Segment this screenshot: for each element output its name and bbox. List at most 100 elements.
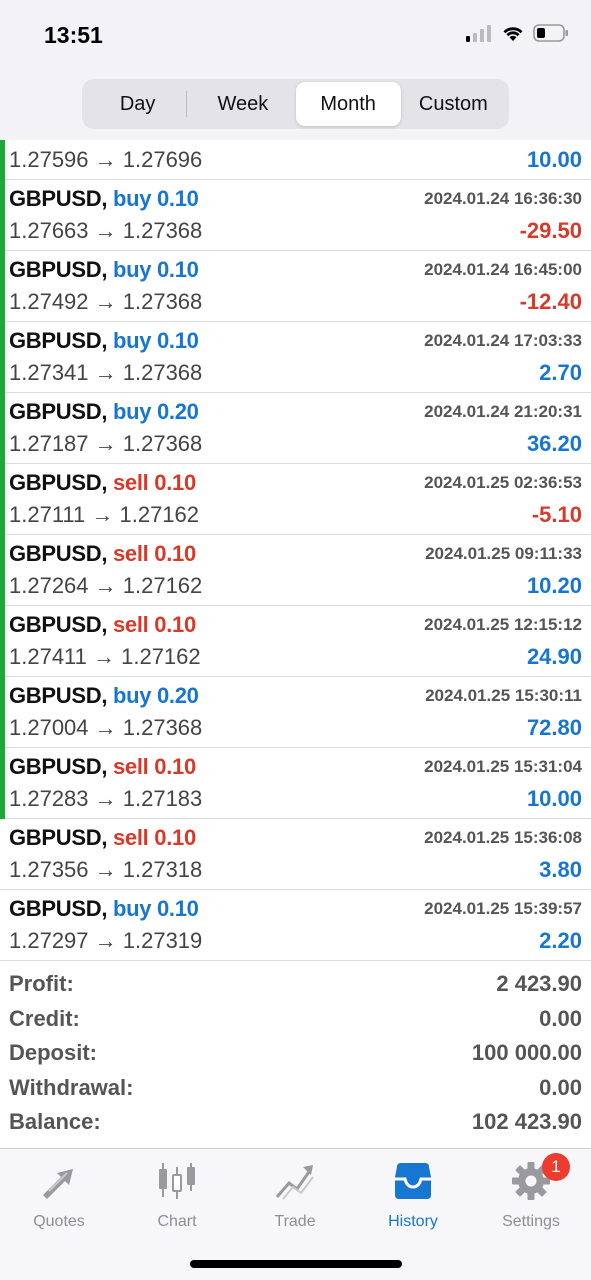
trade-side: sell 0.10 — [113, 470, 196, 495]
trade-profit: -29.50 — [519, 218, 582, 243]
trade-profit: 2.20 — [539, 928, 582, 953]
open-position-marker — [0, 606, 5, 677]
symbol-name: GBPUSD, — [9, 683, 108, 708]
battery-icon — [533, 24, 568, 42]
open-position-marker — [0, 322, 5, 393]
period-tab-day[interactable]: Day — [85, 82, 190, 126]
tab-chart[interactable]: Chart — [118, 1159, 236, 1231]
tab-history[interactable]: History — [354, 1159, 472, 1231]
trade-symbol: GBPUSD, buy 0.10 — [9, 896, 199, 922]
trade-time: 2024.01.25 09:11:33 — [425, 544, 582, 563]
trade-row[interactable]: GBPUSD, buy 0.10 2024.01.25 15:39:57 1.272… — [0, 890, 591, 961]
open-position-marker — [0, 180, 5, 251]
trade-profit: 10.20 — [526, 573, 582, 598]
trade-prices: 1.27596 → 1.27696 — [9, 147, 203, 172]
trade-row[interactable]: GBPUSD, buy 0.20 2024.01.25 15:30:11 1.270… — [0, 677, 591, 748]
trade-profit: 2.70 — [539, 360, 582, 385]
trade-prices: 1.27411 → 1.27162 — [9, 644, 201, 669]
side-label: buy — [112, 186, 152, 211]
trade-time: 2024.01.24 16:36:30 — [424, 189, 582, 208]
trade-time: 2024.01.24 21:20:31 — [424, 402, 582, 421]
trade-prices: 1.27187 → 1.27368 — [9, 431, 203, 456]
trade-side: sell 0.10 — [113, 825, 196, 850]
trade-side: buy 0.20 — [113, 683, 199, 708]
lot-size: 0.10 — [156, 257, 199, 282]
summary-row: Profit: 2 423.90 — [0, 968, 591, 1003]
trade-time: 2024.01.25 02:36:53 — [424, 473, 582, 492]
trade-profit: 10.00 — [526, 147, 582, 172]
open-position-marker — [0, 748, 5, 819]
trade-profit: -5.10 — [531, 502, 582, 527]
symbol-name: GBPUSD, — [9, 399, 108, 424]
summary-label: Deposit: — [9, 1040, 97, 1065]
trade-prices: 1.27492 → 1.27368 — [9, 289, 203, 314]
trade-time: 2024.01.25 15:39:57 — [424, 899, 582, 918]
trade-time: 2024.01.25 15:31:04 — [424, 757, 582, 776]
summary-row: Balance: 102 423.90 — [0, 1106, 591, 1141]
summary-row: Withdrawal: 0.00 — [0, 1072, 591, 1107]
trade-symbol: GBPUSD, buy 0.10 — [9, 186, 199, 212]
home-indicator[interactable] — [190, 1260, 402, 1268]
trade-side: buy 0.20 — [113, 399, 199, 424]
trade-symbol: GBPUSD, buy 0.20 — [9, 399, 199, 425]
symbol-name: GBPUSD, — [9, 328, 108, 353]
tab-quotes[interactable]: Quotes — [0, 1159, 118, 1231]
symbol-name: GBPUSD, — [9, 470, 108, 495]
trade-row[interactable]: GBPUSD, buy 0.10 2024.01.24 17:03:33 1.273… — [0, 322, 591, 393]
segment-divider — [186, 91, 187, 117]
trade-prices: 1.27111 → 1.27162 — [9, 502, 200, 527]
symbol-name: GBPUSD, — [9, 257, 108, 282]
trade-prices: 1.27283 → 1.27183 — [9, 786, 203, 811]
side-label: sell — [112, 470, 149, 495]
symbol-name: GBPUSD, — [9, 612, 108, 637]
cellular-signal-icon — [466, 25, 491, 42]
side-label: sell — [112, 612, 149, 637]
period-tab-month[interactable]: Month — [295, 82, 401, 126]
side-label: buy — [112, 399, 152, 424]
symbol-name: GBPUSD, — [9, 186, 108, 211]
trade-time: 2024.01.24 16:45:00 — [424, 260, 582, 279]
lot-size: 0.10 — [154, 754, 196, 779]
summary-label: Balance: — [9, 1109, 101, 1134]
settings-notification-badge: 1 — [542, 1153, 570, 1181]
trade-row[interactable]: GBPUSD, sell 0.10 2024.01.25 15:36:08 1.27… — [0, 819, 591, 890]
status-bar: 13:51 — [0, 0, 591, 70]
trade-trend-icon — [275, 1165, 314, 1200]
summary-value: 2 423.90 — [496, 971, 582, 996]
open-position-marker — [0, 677, 5, 748]
open-position-marker — [0, 393, 5, 464]
lot-size: 0.10 — [156, 186, 199, 211]
trade-row[interactable]: GBPUSD, buy 0.10 2024.01.24 16:45:00 1.274… — [0, 251, 591, 322]
trade-prices: 1.27004 → 1.27368 — [9, 715, 203, 740]
symbol-name: GBPUSD, — [9, 825, 108, 850]
tab-settings[interactable]: 1 Settings — [472, 1153, 590, 1231]
open-position-marker — [0, 140, 5, 180]
side-label: sell — [112, 541, 149, 566]
trade-row[interactable]: GBPUSD, buy 0.10 2024.01.24 16:36:30 1.276… — [0, 180, 591, 251]
trade-profit: 10.00 — [526, 786, 582, 811]
trade-row[interactable]: GBPUSD, sell 0.10 2024.01.25 15:31:04 1.27… — [0, 748, 591, 819]
period-tab-custom[interactable]: Custom — [401, 82, 506, 126]
trade-side: buy 0.10 — [113, 186, 199, 211]
trade-side: buy 0.10 — [113, 257, 199, 282]
period-tab-week[interactable]: Week — [190, 82, 295, 126]
lot-size: 0.10 — [154, 470, 196, 495]
lot-size: 0.10 — [156, 896, 199, 921]
trade-row-partial[interactable]: 1.27596 → 1.27696 10.00 — [0, 140, 591, 180]
summary-value: 0.00 — [539, 1005, 582, 1031]
trade-profit: 24.90 — [526, 644, 582, 669]
trade-side: sell 0.10 — [113, 541, 196, 566]
trade-row[interactable]: GBPUSD, sell 0.10 2024.01.25 09:11:33 1.27… — [0, 535, 591, 606]
status-time: 13:51 — [44, 22, 103, 48]
lot-size: 0.10 — [156, 328, 199, 353]
side-label: sell — [112, 825, 149, 850]
trade-row[interactable]: GBPUSD, buy 0.20 2024.01.24 21:20:31 1.271… — [0, 393, 591, 464]
quotes-arrows-icon — [43, 1169, 73, 1199]
trade-row[interactable]: GBPUSD, sell 0.10 2024.01.25 12:15:12 1.27… — [0, 606, 591, 677]
summary-value: 0.00 — [539, 1074, 582, 1100]
tab-trade[interactable]: Trade — [236, 1159, 354, 1231]
trade-symbol: GBPUSD, sell 0.10 — [9, 754, 196, 780]
trade-symbol: GBPUSD, sell 0.10 — [9, 612, 196, 638]
trade-history-list: 1.27596 → 1.27696 10.00 GBPUSD, buy 0.10… — [0, 140, 591, 961]
trade-row[interactable]: GBPUSD, sell 0.10 2024.01.25 02:36:53 1.27… — [0, 464, 591, 535]
